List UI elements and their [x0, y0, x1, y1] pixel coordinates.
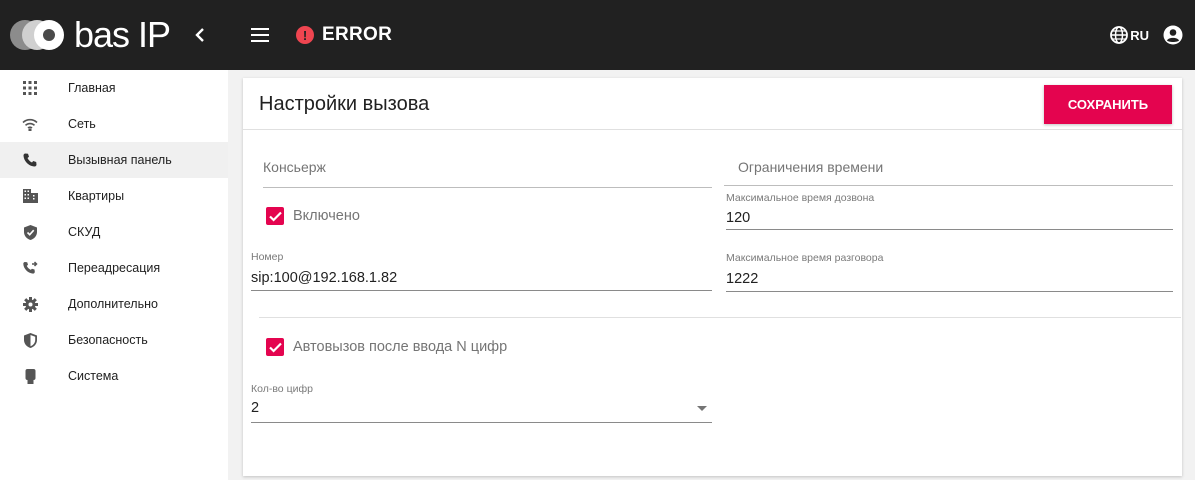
number-field-label: Номер — [251, 251, 284, 263]
sidebar-item-call-forwarding[interactable]: Переадресация — [0, 250, 228, 286]
check-icon — [268, 342, 282, 353]
sidebar-item-label: СКУД — [68, 225, 101, 239]
language-selector[interactable]: RU — [1110, 26, 1159, 44]
sidebar-item-system[interactable]: Система — [0, 358, 228, 394]
sidebar-item-apartments[interactable]: Квартиры — [0, 178, 228, 214]
max-talk-time-label: Максимальное время разговора — [726, 252, 884, 264]
number-input[interactable] — [251, 268, 706, 288]
time-limits-section-title: Ограничения времени — [738, 159, 884, 175]
sidebar-item-call-panel[interactable]: Вызывная панель — [0, 142, 228, 178]
status-text: ERROR — [322, 24, 393, 45]
concierge-section-divider — [263, 187, 712, 188]
device-icon — [22, 368, 38, 384]
number-input-underline — [251, 290, 712, 291]
building-icon — [22, 188, 38, 204]
section-divider — [259, 317, 1181, 318]
sidebar-item-network[interactable]: Сеть — [0, 106, 228, 142]
gear-icon — [22, 296, 38, 312]
concierge-section-title: Консьерж — [263, 159, 326, 175]
sidebar-item-label: Система — [68, 369, 119, 383]
digits-count-select[interactable]: 2 — [251, 396, 712, 422]
max-dial-time-label: Максимальное время дозвона — [726, 192, 875, 204]
call-settings-card: Настройки вызова СОХРАНИТЬ Консьерж Вклю… — [243, 78, 1182, 476]
autocall-checkbox[interactable] — [266, 338, 284, 356]
max-talk-time-underline — [726, 291, 1173, 292]
sidebar-item-label: Главная — [68, 81, 116, 95]
account-icon — [1163, 25, 1183, 45]
account-button[interactable] — [1163, 25, 1183, 45]
max-talk-time-input[interactable] — [726, 269, 1166, 289]
max-dial-time-underline — [726, 229, 1173, 230]
sidebar: Главная Сеть Вызывная панель Квартиры СК… — [0, 70, 228, 480]
sidebar-item-label: Безопасность — [68, 333, 148, 347]
phone-forward-icon — [22, 260, 38, 276]
hamburger-icon — [251, 28, 269, 42]
sidebar-item-label: Вызывная панель — [68, 153, 172, 167]
sidebar-item-label: Сеть — [68, 117, 96, 131]
error-icon: ! — [296, 26, 314, 44]
digits-count-value: 2 — [251, 400, 260, 416]
concierge-enabled-label: Включено — [293, 208, 360, 224]
sidebar-item-label: Переадресация — [68, 261, 161, 275]
max-dial-time-input[interactable] — [726, 208, 1166, 228]
autocall-label: Автовызов после ввода N цифр — [293, 339, 508, 355]
language-label: RU — [1130, 27, 1149, 43]
sidebar-item-additional[interactable]: Дополнительно — [0, 286, 228, 322]
sidebar-item-access-control[interactable]: СКУД — [0, 214, 228, 250]
digits-count-label: Кол-во цифр — [251, 383, 313, 395]
time-limits-section-divider — [724, 185, 1173, 186]
security-shield-icon — [22, 332, 38, 348]
wifi-icon — [22, 116, 38, 132]
logo-icon — [10, 14, 70, 56]
brand: bas IP — [0, 0, 228, 70]
top-bar: bas IP ! ERROR RU — [0, 0, 1195, 70]
status-indicator: ! ERROR — [296, 24, 392, 46]
logo-text: bas IP — [74, 14, 171, 55]
concierge-enabled-checkbox[interactable] — [266, 207, 284, 225]
globe-icon — [1110, 26, 1129, 44]
card-header: Настройки вызова СОХРАНИТЬ — [243, 78, 1182, 130]
collapse-sidebar-button[interactable] — [190, 25, 210, 45]
sidebar-item-security[interactable]: Безопасность — [0, 322, 228, 358]
save-button[interactable]: СОХРАНИТЬ — [1044, 85, 1172, 124]
sidebar-item-label: Квартиры — [68, 189, 125, 203]
shield-check-icon — [22, 224, 38, 240]
chevron-left-icon — [195, 28, 204, 42]
header-tools: RU — [1110, 25, 1183, 45]
phone-icon — [22, 152, 38, 168]
menu-button[interactable] — [248, 23, 272, 47]
page-title: Настройки вызова — [259, 93, 430, 115]
chevron-down-icon — [697, 406, 707, 411]
sidebar-item-label: Дополнительно — [68, 297, 158, 311]
digits-count-underline — [251, 422, 712, 423]
check-icon — [268, 211, 282, 222]
grid-icon — [22, 80, 38, 96]
sidebar-item-main[interactable]: Главная — [0, 70, 228, 106]
